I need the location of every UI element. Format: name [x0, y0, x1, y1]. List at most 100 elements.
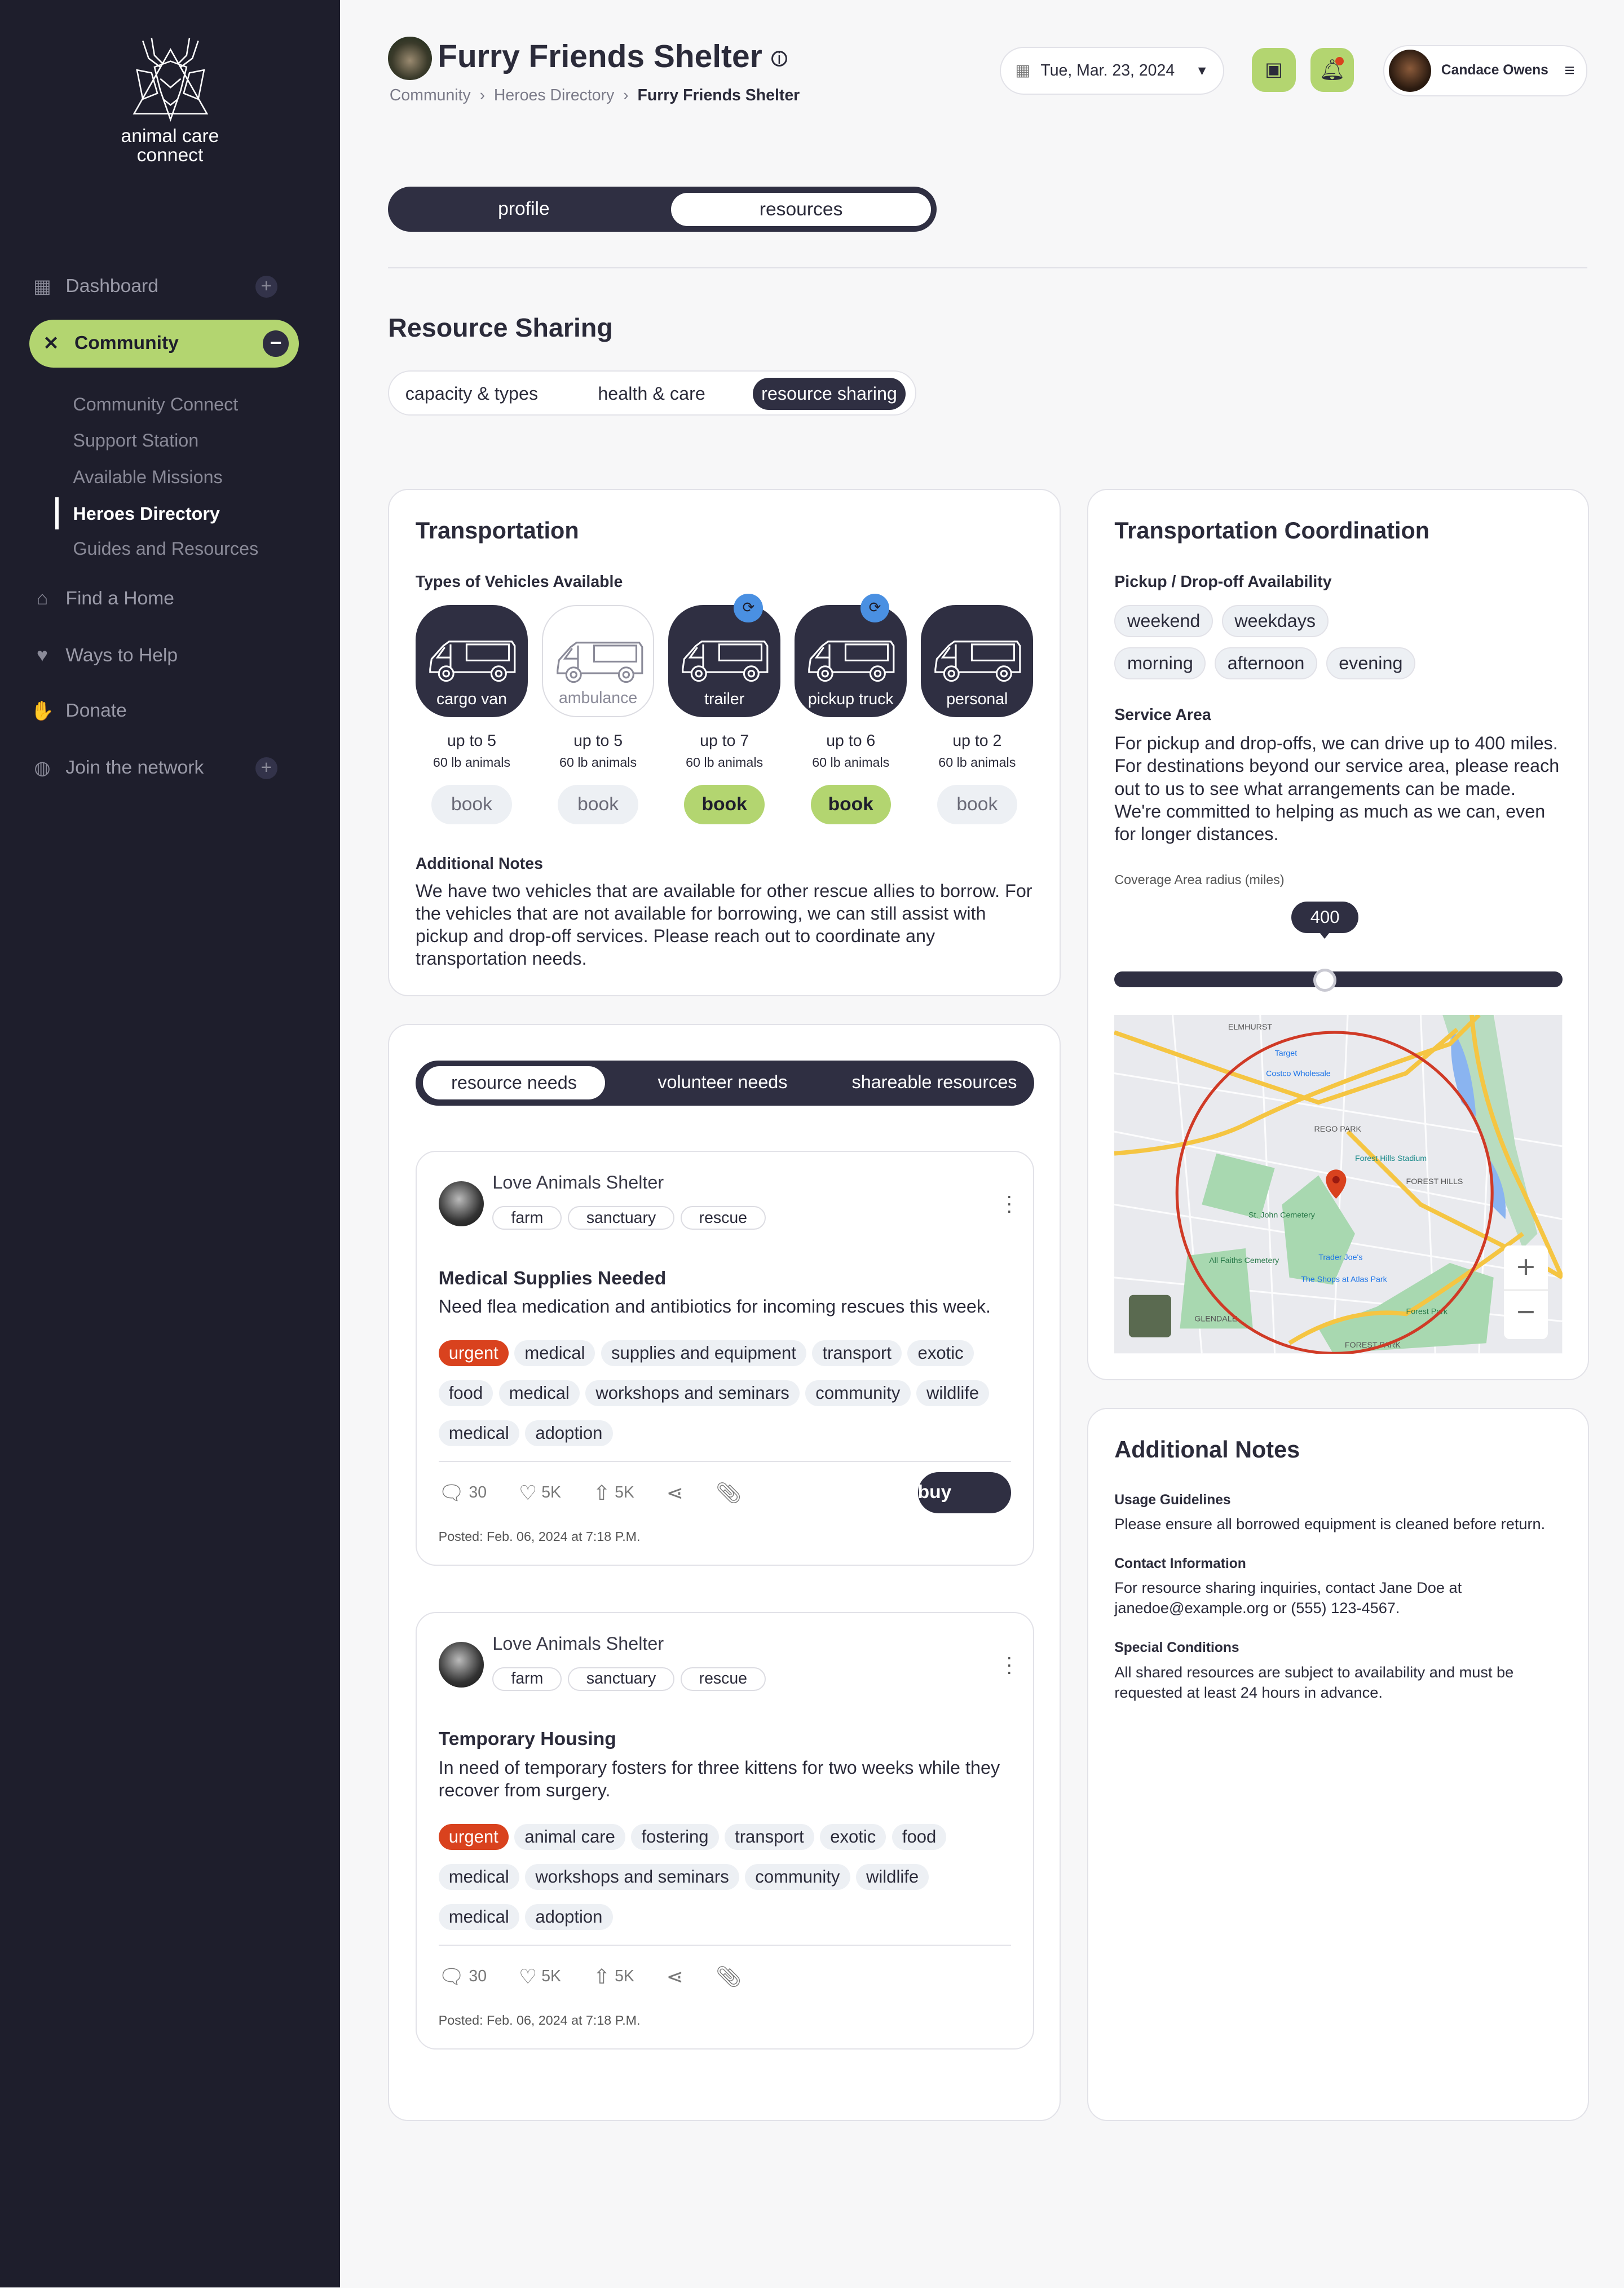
sidebar-sub-guides-resources[interactable]: Guides and Resources — [73, 538, 258, 559]
attachment-button[interactable]: 📎︎ — [716, 1964, 742, 1989]
tag[interactable]: adoption — [525, 1903, 613, 1930]
tag[interactable]: transport — [724, 1823, 814, 1850]
like-button[interactable]: ♡ 5K — [519, 1481, 561, 1505]
subtab-capacity-types[interactable]: capacity & types — [405, 383, 538, 404]
book-button[interactable]: book — [937, 784, 1017, 824]
chip-weekend[interactable]: weekend — [1114, 605, 1213, 637]
sidebar-item-ways-help[interactable]: ♥ Ways to Help — [29, 631, 299, 679]
coverage-map[interactable]: ELMHURST REGO PARK FOREST HILLS GLENDALE… — [1114, 1015, 1563, 1354]
tag[interactable]: wildlife — [916, 1380, 990, 1407]
vehicle-tile[interactable]: ambulance — [541, 605, 655, 718]
sidebar-item-dashboard[interactable]: ▦ Dashboard + — [29, 263, 299, 311]
sidebar-item-find-home[interactable]: ⌂ Find a Home — [29, 575, 299, 623]
tag[interactable]: community — [805, 1380, 911, 1407]
tab-volunteer-needs[interactable]: volunteer needs — [657, 1072, 787, 1093]
info-icon[interactable]: i — [771, 51, 788, 67]
vehicle-tile[interactable]: personal — [921, 605, 1034, 718]
messages-button[interactable]: ▣ — [1252, 48, 1296, 92]
tag[interactable]: transport — [812, 1340, 902, 1367]
slider-track[interactable] — [1114, 971, 1563, 988]
vehicle-tile[interactable]: pickup truck ⟳ — [795, 593, 907, 718]
tag[interactable]: medical — [438, 1420, 519, 1447]
org-name[interactable]: Love Animals Shelter — [492, 1172, 1011, 1193]
sidebar-item-community[interactable]: ✕ Community − — [29, 319, 299, 368]
tag[interactable]: food — [892, 1823, 947, 1850]
upvote-button[interactable]: ⇧ 5K — [593, 1964, 634, 1989]
sidebar-sub-available-missions[interactable]: Available Missions — [73, 467, 222, 488]
vehicle-capacity: up to 5 — [573, 732, 623, 750]
tag[interactable]: animal care — [514, 1823, 625, 1850]
tag[interactable]: medical — [438, 1903, 519, 1930]
tag[interactable]: adoption — [525, 1420, 613, 1447]
home-icon: ⌂ — [36, 588, 48, 609]
sidebar-item-donate[interactable]: ✋ Donate — [29, 687, 299, 735]
tag[interactable]: medical — [498, 1380, 580, 1407]
breadcrumb-heroes-directory[interactable]: Heroes Directory — [494, 86, 614, 104]
share-icon: ⋖ — [666, 1481, 684, 1504]
chip-afternoon[interactable]: afternoon — [1215, 647, 1317, 679]
hamburger-menu-icon[interactable]: ≡ — [1564, 60, 1574, 81]
tab-resource-needs[interactable]: resource needs — [422, 1066, 606, 1100]
tag[interactable]: farm — [492, 1206, 562, 1230]
tag[interactable]: community — [745, 1863, 850, 1891]
sidebar-sub-support-station[interactable]: Support Station — [73, 430, 198, 451]
tag[interactable]: exotic — [820, 1823, 886, 1850]
collapse-minus-icon[interactable]: − — [262, 330, 289, 357]
upvote-button[interactable]: ⇧ 5K — [593, 1481, 634, 1505]
like-button[interactable]: ♡ 5K — [519, 1964, 561, 1989]
tag[interactable]: workshops and seminars — [525, 1863, 739, 1891]
comment-button[interactable]: 🗨︎ 30 — [439, 1481, 487, 1505]
subtab-health-care[interactable]: health & care — [598, 383, 705, 404]
tag[interactable]: rescue — [680, 1667, 766, 1691]
more-options-icon[interactable]: · · · — [1006, 1186, 1013, 1221]
tab-resources[interactable]: resources — [671, 192, 931, 227]
comment-button[interactable]: 🗨︎ 30 — [439, 1964, 487, 1989]
zoom-in-button[interactable]: + — [1504, 1245, 1548, 1289]
tag[interactable]: urgent — [438, 1823, 509, 1850]
chip-morning[interactable]: morning — [1114, 647, 1206, 679]
date-picker[interactable]: ▦ Tue, Mar. 23, 2024 ▼ — [999, 46, 1224, 95]
tag[interactable]: sanctuary — [567, 1206, 675, 1230]
tag[interactable]: farm — [492, 1667, 562, 1691]
share-button[interactable]: ⋖ — [667, 1964, 683, 1989]
vehicle-name: personal — [946, 690, 1008, 708]
tag[interactable]: urgent — [438, 1340, 509, 1367]
sidebar-sub-community-connect[interactable]: Community Connect — [73, 394, 238, 415]
book-button[interactable]: book — [558, 784, 638, 824]
sidebar-sub-heroes-directory[interactable]: Heroes Directory — [55, 497, 220, 531]
share-button[interactable]: ⋖ — [667, 1481, 683, 1505]
user-menu[interactable]: Candace Owens ≡ — [1383, 45, 1588, 96]
notifications-button[interactable]: 🔔︎ — [1310, 48, 1354, 92]
tag[interactable]: medical — [438, 1863, 519, 1891]
book-button[interactable]: book — [431, 784, 512, 824]
tag[interactable]: exotic — [907, 1340, 974, 1367]
tag[interactable]: supplies and equipment — [601, 1340, 806, 1367]
org-name[interactable]: Love Animals Shelter — [492, 1633, 1011, 1654]
attachment-button[interactable]: 📎︎ — [716, 1481, 742, 1505]
tag[interactable]: workshops and seminars — [585, 1380, 800, 1407]
chip-weekdays[interactable]: weekdays — [1221, 605, 1329, 637]
tab-shareable-resources[interactable]: shareable resources — [852, 1072, 1017, 1093]
tag[interactable]: food — [438, 1380, 493, 1407]
sidebar-item-join[interactable]: ◍ Join the network + — [29, 744, 299, 792]
expand-plus-icon[interactable]: + — [255, 757, 277, 779]
tag[interactable]: wildlife — [855, 1863, 929, 1891]
vehicle-tile[interactable]: cargo van — [415, 605, 528, 718]
more-options-icon[interactable]: · · · — [1006, 1647, 1013, 1682]
tag[interactable]: medical — [514, 1340, 595, 1367]
tag[interactable]: sanctuary — [567, 1667, 675, 1691]
tag[interactable]: fostering — [631, 1823, 719, 1850]
book-button[interactable]: book — [684, 784, 765, 824]
radius-slider[interactable]: 400 — [1114, 901, 1563, 992]
tag[interactable]: rescue — [680, 1206, 766, 1230]
zoom-out-button[interactable]: − — [1504, 1289, 1548, 1335]
expand-plus-icon[interactable]: + — [255, 276, 277, 298]
book-button[interactable]: book — [810, 784, 891, 824]
tab-profile[interactable]: profile — [388, 187, 659, 232]
breadcrumb-community[interactable]: Community — [390, 86, 471, 104]
slider-thumb[interactable] — [1313, 968, 1337, 992]
vehicle-tile[interactable]: trailer ⟳ — [668, 593, 781, 718]
subtab-resource-sharing[interactable]: resource sharing — [752, 377, 906, 410]
buy-button[interactable]: buy ↗ — [917, 1472, 1012, 1541]
chip-evening[interactable]: evening — [1326, 647, 1416, 679]
